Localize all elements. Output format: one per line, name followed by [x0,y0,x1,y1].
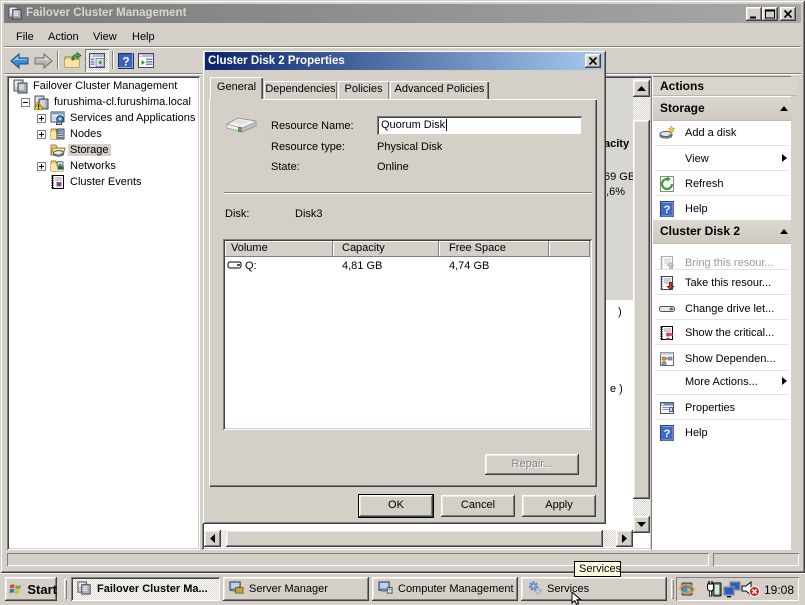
svg-text:?: ? [664,204,671,216]
svg-text:?: ? [122,55,129,69]
svg-text:?: ? [664,428,671,440]
